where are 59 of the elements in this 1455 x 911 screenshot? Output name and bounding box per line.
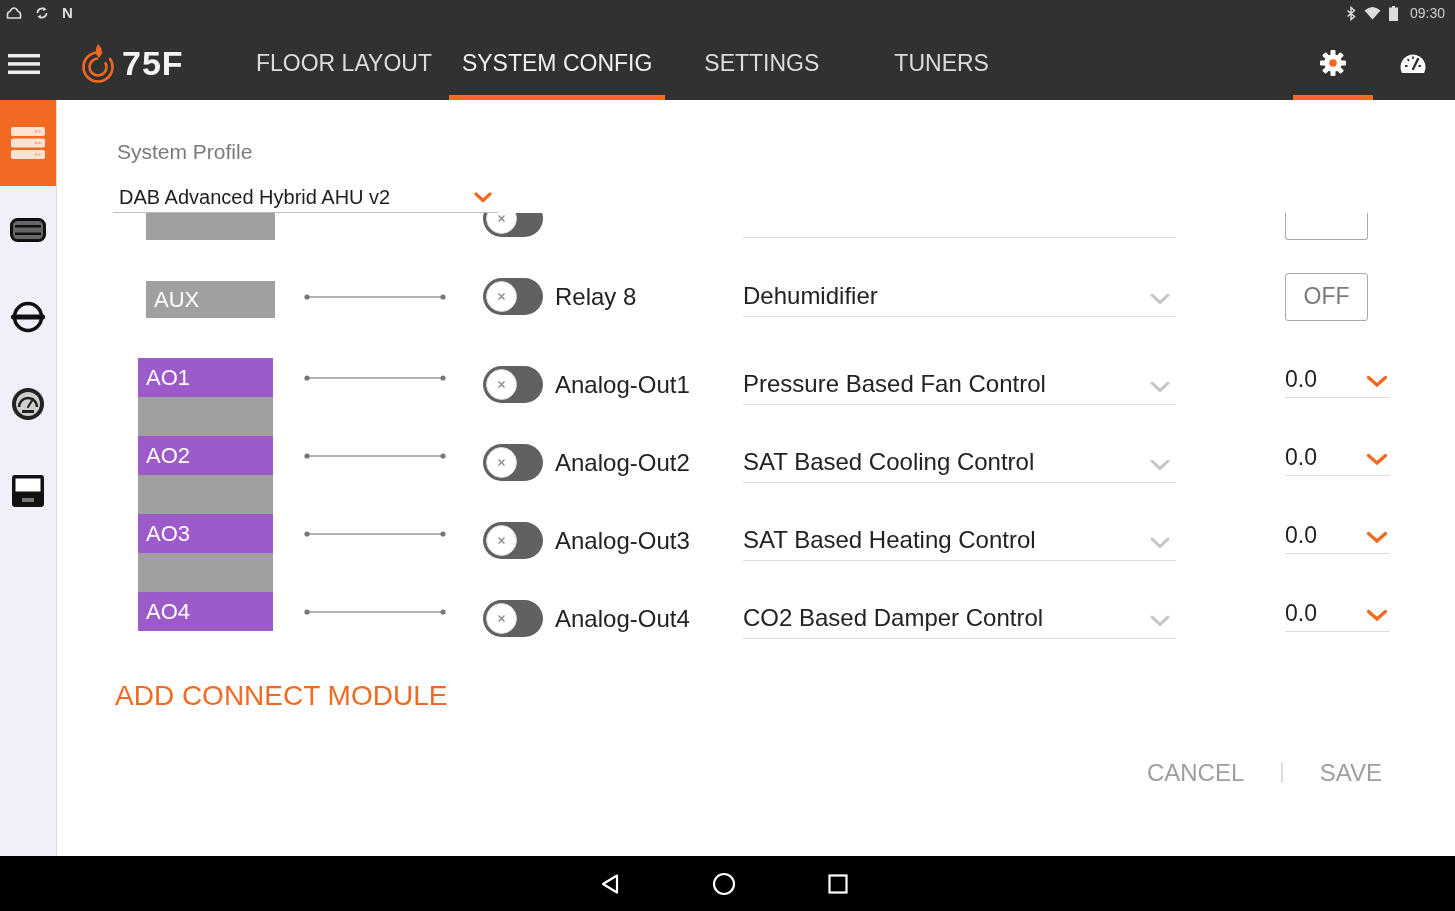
value-dropdown[interactable]: 0.0: [1285, 595, 1390, 632]
recents-icon[interactable]: [827, 873, 848, 894]
port-tag: AUX: [146, 281, 275, 318]
function-dropdown[interactable]: Pressure Based Fan Control: [743, 364, 1176, 405]
toggle-switch[interactable]: [483, 366, 543, 403]
chevron-down-icon: [474, 191, 492, 203]
value-dropdown[interactable]: 0.0: [1285, 361, 1390, 398]
chevron-down-icon: [1150, 381, 1170, 393]
chevron-down-icon: [1150, 293, 1170, 305]
toggle-switch[interactable]: [483, 600, 543, 637]
value-button[interactable]: OFF: [1285, 272, 1368, 321]
back-icon[interactable]: [599, 872, 620, 895]
chevron-down-icon: [1150, 615, 1170, 627]
function-dropdown[interactable]: Dehumidifier: [743, 276, 1176, 317]
logo-icon: [80, 43, 116, 83]
chevron-down-icon: [1366, 452, 1388, 466]
settings-icon: [1320, 50, 1346, 76]
function-dropdown[interactable]: CO2 Based Damper Control: [743, 598, 1176, 639]
toggle-switch[interactable]: [483, 522, 543, 559]
logo-text: 75F: [122, 44, 184, 82]
port-tag: AO1: [138, 358, 273, 397]
meter-box-icon: [11, 473, 45, 508]
toggle-switch[interactable]: [483, 213, 543, 237]
output-name: Relay 8: [555, 281, 638, 312]
function-dropdown[interactable]: SAT Based Cooling Control: [743, 442, 1176, 483]
field-label: System Profile: [117, 140, 254, 164]
cloud-icon: [6, 7, 22, 19]
toggle-switch[interactable]: [483, 444, 543, 481]
clock-time: 09:30: [1409, 5, 1445, 21]
nav-tab[interactable]: TUNERS: [881, 26, 1002, 100]
bluetooth-icon: [1345, 5, 1356, 21]
port-tag: AO2: [138, 436, 273, 475]
toggle-switch[interactable]: [483, 278, 543, 315]
output-name: Analog-Out2: [555, 447, 691, 478]
chevron-down-icon: [1150, 459, 1170, 471]
output-name: Analog-Out3: [555, 525, 691, 556]
chevron-down-icon: [1366, 608, 1388, 622]
chevron-down-icon: [1366, 530, 1388, 544]
output-name: Analog-Out1: [555, 369, 691, 400]
battery-icon: [1388, 5, 1398, 21]
home-icon[interactable]: [711, 871, 736, 896]
server-stack-icon: [10, 126, 46, 160]
port-tag: AO4: [138, 592, 273, 631]
sync-icon: [35, 6, 49, 20]
chevron-down-icon: [1366, 374, 1388, 388]
nav-tab[interactable]: FLOOR LAYOUT: [243, 26, 445, 100]
menu-icon[interactable]: [8, 54, 40, 74]
nav-tab[interactable]: SETTINGS: [691, 26, 833, 100]
function-dropdown[interactable]: SAT Based Heating Control: [743, 520, 1176, 561]
value-dropdown[interactable]: 0.0: [1285, 439, 1390, 476]
port-tag: AO3: [138, 514, 273, 553]
panel-icon: [10, 217, 46, 242]
output-name: Analog-Out4: [555, 603, 691, 634]
notification-icon: N: [62, 5, 73, 21]
value-dropdown[interactable]: 0.0: [1285, 517, 1390, 554]
chevron-down-icon: [1150, 537, 1170, 549]
wifi-icon: [1363, 6, 1381, 20]
gauge-icon: [11, 386, 45, 421]
circle-bar-icon: [10, 300, 46, 333]
